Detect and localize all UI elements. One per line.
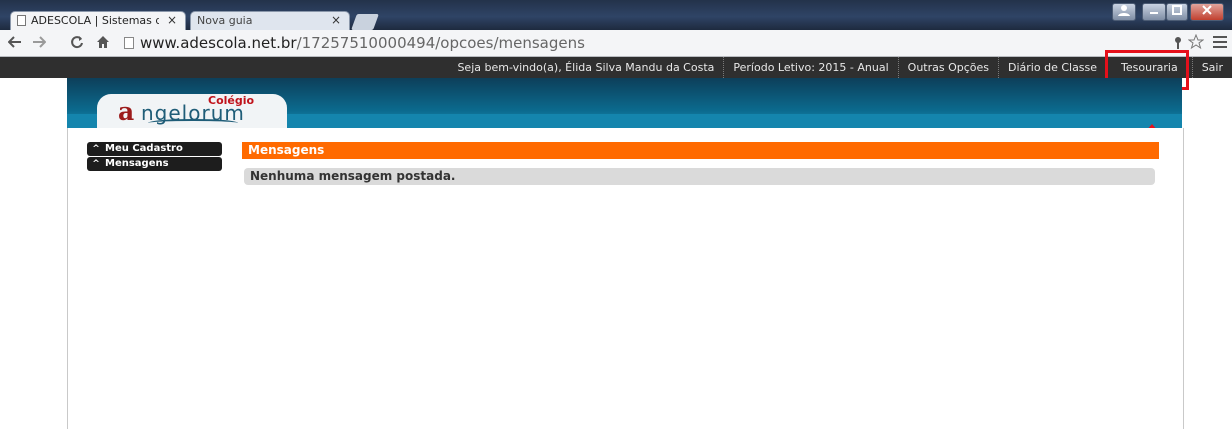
browser-tab-bar: ADESCOLA | Sistemas de G × Nova guia × — [0, 0, 1232, 30]
tab-adescola[interactable]: ADESCOLA | Sistemas de G × — [10, 11, 186, 30]
logo-swoosh — [148, 119, 238, 127]
chevron-up-icon: ^ — [92, 144, 100, 154]
close-icon[interactable] — [1190, 3, 1224, 21]
sidebar-item-label: Mensagens — [105, 158, 169, 169]
home-icon[interactable] — [96, 35, 110, 49]
url-bar[interactable]: www.adescola.net.br/17257510000494/opcoe… — [140, 34, 585, 52]
nav-outras-opcoes[interactable]: Outras Opções — [897, 57, 998, 78]
menu-icon[interactable] — [1213, 36, 1227, 48]
chevron-up-icon: ^ — [92, 159, 100, 169]
back-icon[interactable] — [8, 36, 22, 48]
sidebar-item-mensagens[interactable]: ^ Mensagens — [87, 157, 222, 171]
tab-nova-guia[interactable]: Nova guia × — [190, 11, 350, 30]
nav-diario-de-classe[interactable]: Diário de Classe — [998, 57, 1106, 78]
window-controls — [1112, 3, 1224, 21]
empty-messages-notice: Nenhuma mensagem postada. — [244, 168, 1155, 185]
browser-toolbar: www.adescola.net.br/17257510000494/opcoe… — [0, 30, 1232, 57]
star-icon[interactable] — [1188, 34, 1204, 50]
url-path: /17257510000494/opcoes/mensagens — [296, 34, 585, 52]
logo-tag: Colégio — [208, 94, 255, 107]
site-top-bar: Seja bem-vindo(a), Élida Silva Mandu da … — [0, 57, 1232, 78]
profile-icon[interactable] — [1112, 3, 1136, 21]
page-icon — [124, 37, 134, 49]
tab-close-icon[interactable]: × — [167, 13, 177, 27]
nav-sair[interactable]: Sair — [1191, 57, 1232, 78]
section-title: Mensagens — [242, 142, 1159, 159]
period-text: Período Letivo: 2015 - Anual — [723, 57, 897, 78]
sidebar-item-label: Meu Cadastro — [105, 143, 183, 154]
reload-icon[interactable] — [70, 35, 84, 49]
welcome-text: Seja bem-vindo(a), Élida Silva Mandu da … — [457, 61, 715, 74]
url-host: www.adescola.net.br — [140, 34, 297, 52]
tab-title: Nova guia — [197, 14, 253, 27]
key-icon[interactable] — [1173, 36, 1183, 50]
forward-icon[interactable] — [32, 36, 46, 48]
maximize-icon[interactable] — [1166, 3, 1188, 21]
sidebar-item-meu-cadastro[interactable]: ^ Meu Cadastro — [87, 142, 222, 156]
minimize-icon[interactable] — [1142, 3, 1166, 21]
tab-close-icon[interactable]: × — [331, 13, 341, 27]
tab-title: ADESCOLA | Sistemas de G — [31, 14, 159, 27]
new-tab-button[interactable] — [351, 14, 379, 30]
page-icon — [17, 15, 26, 26]
logo-initial: a — [118, 97, 135, 126]
